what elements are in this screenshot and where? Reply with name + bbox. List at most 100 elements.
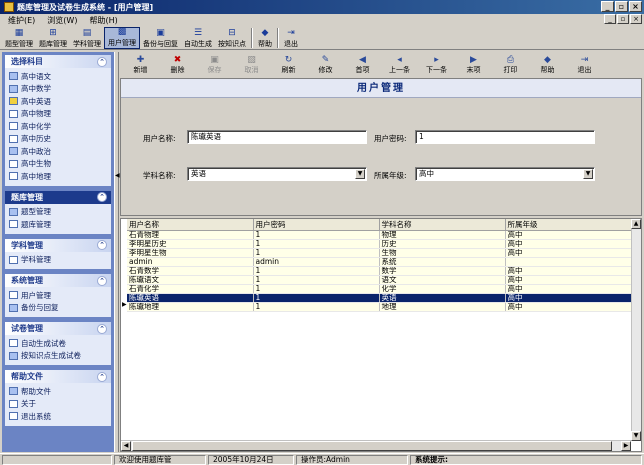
menu-maintain[interactable]: 维护(E) [2, 15, 41, 26]
grade-select[interactable]: 高中 ▼ [415, 167, 595, 181]
toolbar-exit-button[interactable]: ⇥ 退出 [281, 27, 301, 49]
nav-item-auto-generate[interactable]: 自动生成试卷 [9, 337, 107, 350]
nav-item-geography[interactable]: 高中地理 [9, 170, 107, 183]
table-row[interactable]: admin admin 系统 [127, 257, 632, 267]
table-row[interactable]: 陈瓛语文 1 语文 高中 [127, 275, 632, 285]
nav-item-question-bank[interactable]: 题库管理 [9, 218, 107, 231]
cell[interactable]: 语文 [379, 275, 506, 285]
nav-group-header[interactable]: 系统管理 ⌃ [5, 274, 111, 287]
cell[interactable]: 1 [253, 302, 380, 312]
column-header-username[interactable]: 用户名称 [127, 219, 254, 231]
collapse-icon[interactable]: ⌃ [97, 192, 107, 202]
mdi-close-button[interactable]: × [630, 14, 642, 24]
username-field[interactable]: 陈瓛英语 [187, 130, 367, 144]
table-row[interactable]: 石青数学 1 数学 高中 [127, 266, 632, 276]
cell[interactable]: 英语 [379, 293, 506, 303]
help-button[interactable]: ◆ 帮助 [531, 54, 564, 76]
table-row[interactable]: 石青化学 1 化学 高中 [127, 284, 632, 294]
scroll-thumb[interactable] [132, 441, 612, 451]
cell[interactable]: 高中 [505, 266, 632, 276]
cell[interactable]: 李明星历史 [127, 239, 254, 249]
nav-item-about[interactable]: 关于 [9, 398, 107, 411]
cell[interactable]: 高中 [505, 284, 632, 294]
save-button[interactable]: ▣ 保存 [198, 54, 231, 76]
cell[interactable]: 1 [253, 284, 380, 294]
scroll-down-button[interactable]: ▼ [631, 431, 641, 441]
cell[interactable]: 1 [253, 239, 380, 249]
refresh-button[interactable]: ↻ 刷新 [272, 54, 305, 76]
subject-select[interactable]: 英语 ▼ [187, 167, 367, 181]
exit-button[interactable]: ⇥ 退出 [568, 54, 601, 76]
cell[interactable]: 高中 [505, 248, 632, 258]
column-header-subject[interactable]: 学科名称 [379, 219, 506, 231]
column-header-password[interactable]: 用户密码 [253, 219, 380, 231]
toolbar-question-type-button[interactable]: ▦ 题型管理 [2, 27, 36, 49]
close-button[interactable]: × [629, 1, 642, 12]
table-row[interactable]: 石青物理 1 物理 高中 [127, 230, 632, 240]
toolbar-user-button[interactable]: ▩ 用户管理 [104, 27, 140, 49]
cell[interactable]: admin [253, 257, 380, 267]
toolbar-question-bank-button[interactable]: ⊞ 题库管理 [36, 27, 70, 49]
cell[interactable]: 陈瓛语文 [127, 275, 254, 285]
horizontal-scrollbar[interactable]: ◀ ▶ [121, 440, 631, 451]
mdi-minimize-button[interactable]: _ [604, 14, 616, 24]
cell[interactable]: 高中 [505, 275, 632, 285]
nav-item-chinese[interactable]: 高中语文 [9, 70, 107, 83]
nav-item-english[interactable]: 高中英语 [9, 95, 107, 108]
cell[interactable]: 数学 [379, 266, 506, 276]
toolbar-help-button[interactable]: ◆ 帮助 [255, 27, 275, 49]
nav-item-exit[interactable]: 退出系统 [9, 410, 107, 423]
nav-item-chemistry[interactable]: 高中化学 [9, 120, 107, 133]
mdi-restore-button[interactable]: ▫ [617, 14, 629, 24]
cell[interactable]: admin [127, 257, 254, 267]
nav-group-header[interactable]: 题库管理 ⌃ [5, 190, 111, 204]
nav-item-math[interactable]: 高中数学 [9, 83, 107, 96]
chevron-down-icon[interactable]: ▼ [583, 169, 593, 179]
minimize-button[interactable]: _ [601, 1, 614, 12]
cell[interactable]: 石青物理 [127, 230, 254, 240]
column-header-grade[interactable]: 所属年级 [505, 219, 632, 231]
edit-button[interactable]: ✎ 修改 [309, 54, 342, 76]
nav-item-backup[interactable]: 备份与回复 [9, 302, 107, 315]
cell[interactable]: 物理 [379, 230, 506, 240]
cell[interactable]: 系统 [379, 257, 506, 267]
nav-item-physics[interactable]: 高中物理 [9, 108, 107, 121]
cell[interactable]: 历史 [379, 239, 506, 249]
cell[interactable]: 化学 [379, 284, 506, 294]
cell[interactable]: 地理 [379, 302, 506, 312]
cell[interactable]: 陈瓛地理 [127, 302, 254, 312]
maximize-button[interactable]: ▫ [615, 1, 628, 12]
nav-item-user-management[interactable]: 用户管理 [9, 289, 107, 302]
nav-item-knowledge-point[interactable]: 按知识点生成试卷 [9, 350, 107, 363]
cell[interactable]: 1 [253, 230, 380, 240]
toolbar-subject-button[interactable]: ▤ 学科管理 [70, 27, 104, 49]
vertical-scrollbar[interactable]: ▲ ▼ [631, 219, 641, 441]
nav-item-question-type[interactable]: 题型管理 [9, 206, 107, 219]
menu-browse[interactable]: 浏览(W) [41, 15, 83, 26]
toolbar-auto-generate-button[interactable]: ☰ 自动生成 [181, 27, 215, 49]
scroll-left-button[interactable]: ◀ [121, 441, 131, 451]
nav-group-header[interactable]: 学科管理 ⌃ [5, 238, 111, 252]
panel-splitter[interactable]: ◀ [114, 52, 120, 452]
cancel-button[interactable]: ▧ 取消 [235, 54, 268, 76]
previous-record-button[interactable]: ◂ 上一条 [383, 54, 416, 76]
collapse-icon[interactable]: ⌃ [97, 275, 107, 286]
cell[interactable]: 石青化学 [127, 284, 254, 294]
table-row[interactable]: 李明星生物 1 生物 高中 [127, 248, 632, 258]
delete-button[interactable]: ✖ 删除 [161, 54, 194, 76]
toolbar-knowledge-point-button[interactable]: ⊟ 按知识点 [215, 27, 249, 49]
nav-item-biology[interactable]: 高中生物 [9, 158, 107, 171]
cell[interactable]: 生物 [379, 248, 506, 258]
nav-group-header[interactable]: 帮助文件 ⌃ [5, 370, 111, 383]
collapse-icon[interactable]: ⌃ [97, 323, 107, 334]
table-row[interactable]: 陈瓛地理 1 地理 高中 [127, 302, 632, 312]
cell[interactable]: 高中 [505, 239, 632, 249]
toolbar-backup-button[interactable]: ▣ 备份与回复 [140, 27, 181, 49]
collapse-icon[interactable]: ⌃ [97, 56, 107, 67]
first-record-button[interactable]: ◀ 首项 [346, 54, 379, 76]
cell[interactable]: 1 [253, 293, 380, 303]
cell[interactable]: 李明星生物 [127, 248, 254, 258]
cell[interactable]: 1 [253, 248, 380, 258]
password-field[interactable]: 1 [415, 130, 595, 144]
collapse-arrow-icon[interactable]: ◀ [115, 172, 120, 179]
